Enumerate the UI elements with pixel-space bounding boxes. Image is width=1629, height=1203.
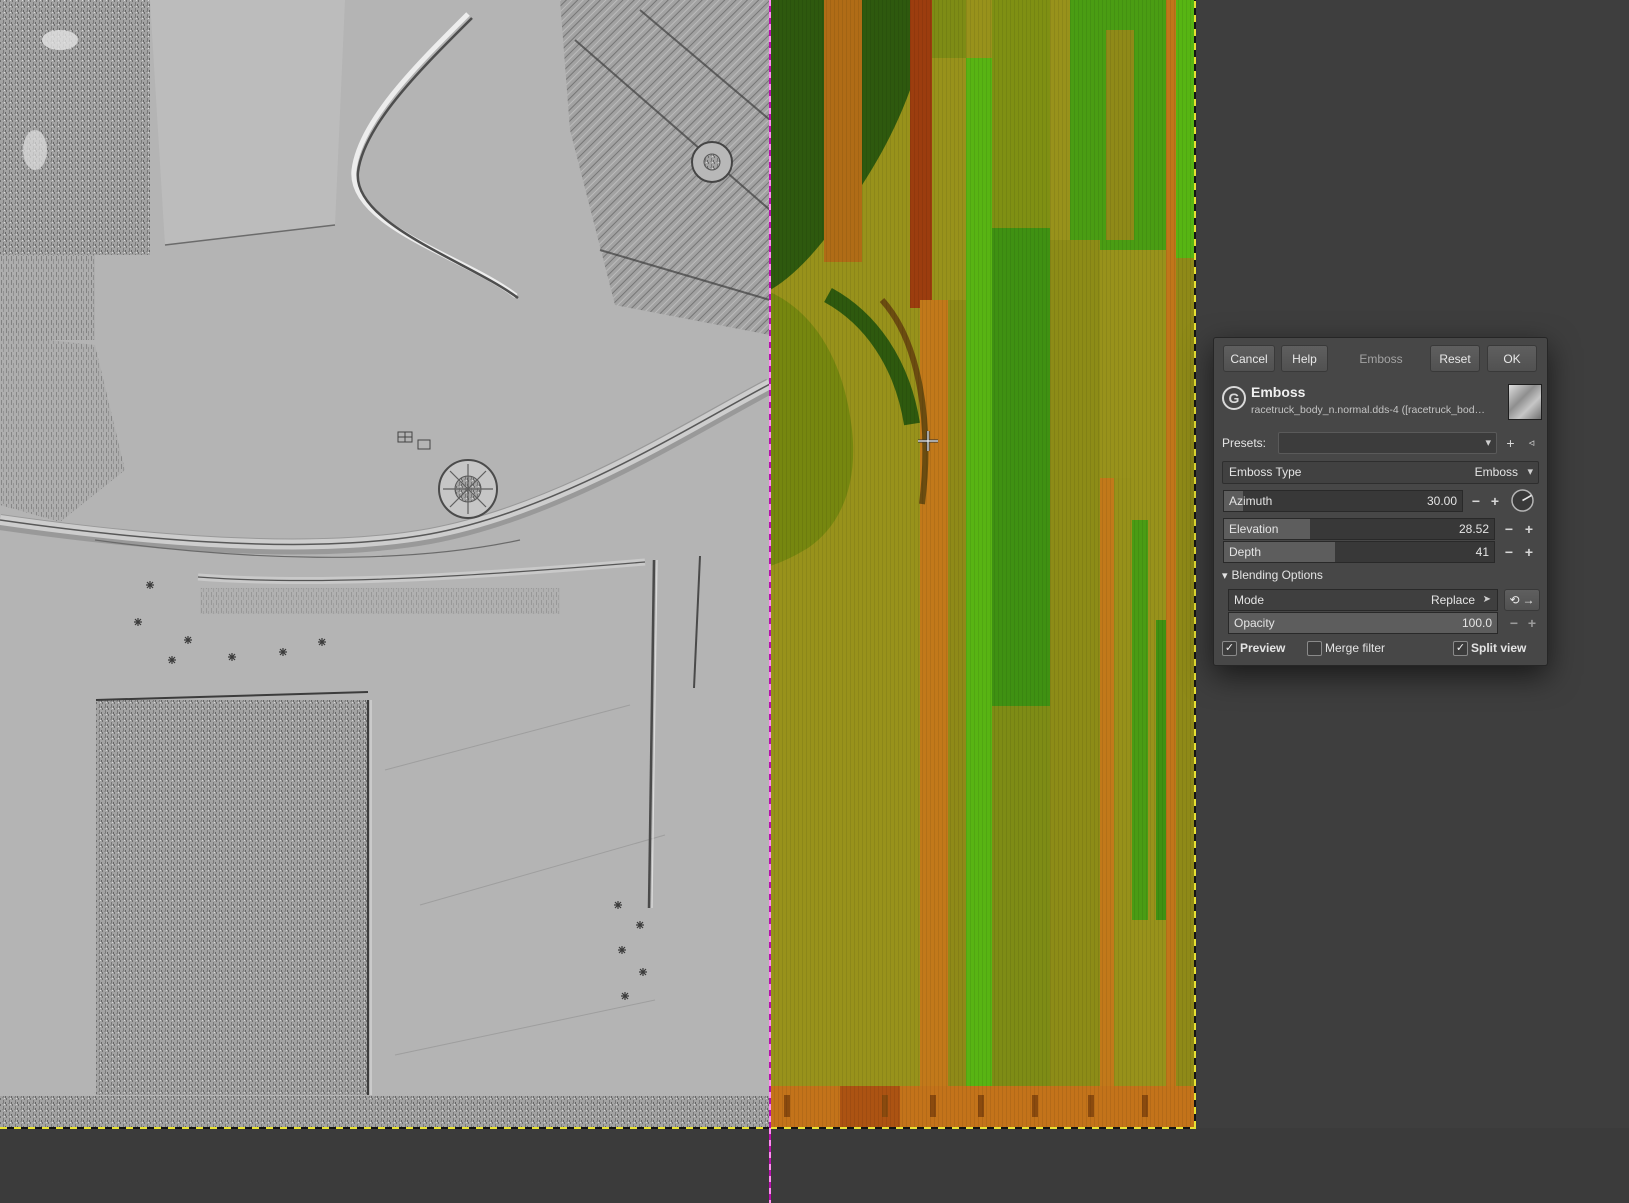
split-view-checkbox[interactable]: ✓: [1453, 641, 1468, 656]
emboss-filter-dialog: Cancel Help Emboss Reset OK G Emboss rac…: [1213, 337, 1548, 666]
elevation-slider[interactable]: Elevation 28.52: [1223, 518, 1495, 540]
chevron-down-icon: ▾: [1485, 437, 1491, 449]
reset-button[interactable]: Reset: [1430, 345, 1480, 372]
mode-reset-icon: ⟲: [1509, 593, 1520, 607]
filter-name-label: Emboss: [1359, 351, 1403, 366]
presets-dropdown[interactable]: ▾: [1278, 432, 1497, 454]
azimuth-label: Azimuth: [1229, 494, 1273, 508]
normal-map-art: [770, 0, 1196, 1128]
depth-label: Depth: [1229, 545, 1262, 559]
emboss-preview-pane[interactable]: [0, 0, 774, 1128]
opacity-value[interactable]: 100.0: [1462, 613, 1492, 633]
emboss-type-value: Emboss: [1474, 465, 1518, 479]
azimuth-slider[interactable]: Azimuth 30.00: [1223, 490, 1463, 512]
help-button[interactable]: Help: [1281, 345, 1328, 372]
opacity-decrement-button[interactable]: −: [1506, 612, 1522, 634]
gimp-canvas-window: Cancel Help Emboss Reset OK G Emboss rac…: [0, 0, 1629, 1203]
mode-menu-icon: →: [1522, 593, 1535, 607]
dialog-subtitle: racetruck_body_n.normal.dds-4 ([racetruc…: [1251, 404, 1486, 416]
depth-decrement-button[interactable]: −: [1501, 541, 1517, 563]
bottom-panel: [0, 1128, 1629, 1203]
opacity-slider[interactable]: Opacity 100.0: [1228, 612, 1498, 634]
emboss-preview-art: [0, 0, 774, 1128]
crosshair-cursor: [918, 431, 938, 451]
depth-value[interactable]: 41: [1476, 542, 1489, 562]
azimuth-dial[interactable]: [1510, 488, 1535, 513]
chevron-down-icon: ▾: [1527, 466, 1533, 478]
preview-label[interactable]: Preview: [1240, 640, 1285, 656]
azimuth-decrement-button[interactable]: −: [1468, 490, 1484, 512]
expander-chevron-icon: ▾: [1222, 569, 1228, 582]
cancel-button[interactable]: Cancel: [1223, 345, 1275, 372]
elevation-increment-button[interactable]: +: [1521, 518, 1537, 540]
add-preset-button[interactable]: +: [1502, 432, 1519, 454]
emboss-type-dropdown[interactable]: Emboss Type Emboss ▾: [1222, 461, 1539, 484]
preview-checkbox[interactable]: ✓: [1222, 641, 1237, 656]
elevation-label: Elevation: [1229, 522, 1279, 536]
depth-increment-button[interactable]: +: [1521, 541, 1537, 563]
azimuth-value[interactable]: 30.00: [1427, 491, 1457, 511]
preset-menu-button[interactable]: ◃: [1523, 432, 1540, 454]
elevation-value[interactable]: 28.52: [1459, 519, 1489, 539]
merge-filter-label[interactable]: Merge filter: [1325, 640, 1385, 656]
gegl-logo-icon: G: [1222, 386, 1246, 410]
depth-slider[interactable]: Depth 41: [1223, 541, 1495, 563]
elevation-decrement-button[interactable]: −: [1501, 518, 1517, 540]
split-view-label[interactable]: Split view: [1471, 640, 1526, 656]
emboss-type-label: Emboss Type: [1229, 465, 1302, 479]
mode-arrow-icon: ➤: [1482, 594, 1491, 605]
blending-options-expander[interactable]: ▾ Blending Options: [1222, 568, 1323, 582]
layer-thumbnail: [1508, 384, 1542, 420]
blending-options-label: Blending Options: [1231, 568, 1323, 582]
split-view-divider[interactable]: [769, 0, 771, 1203]
layer-boundary-right: [1194, 0, 1196, 1128]
layer-boundary-bottom: [0, 1127, 1196, 1129]
mode-value: Replace: [1430, 593, 1475, 607]
mode-label: Mode: [1234, 593, 1265, 607]
merge-filter-checkbox[interactable]: [1307, 641, 1322, 656]
opacity-increment-button[interactable]: +: [1524, 612, 1540, 634]
azimuth-increment-button[interactable]: +: [1487, 490, 1503, 512]
dialog-title: Emboss: [1251, 384, 1306, 400]
normal-map-pane[interactable]: [770, 0, 1196, 1128]
ok-button[interactable]: OK: [1487, 345, 1537, 372]
mode-dropdown[interactable]: Mode Replace ➤: [1228, 589, 1498, 611]
opacity-label: Opacity: [1234, 616, 1275, 630]
mode-reset-button[interactable]: ⟲ →: [1504, 589, 1540, 611]
presets-label: Presets:: [1222, 436, 1267, 450]
